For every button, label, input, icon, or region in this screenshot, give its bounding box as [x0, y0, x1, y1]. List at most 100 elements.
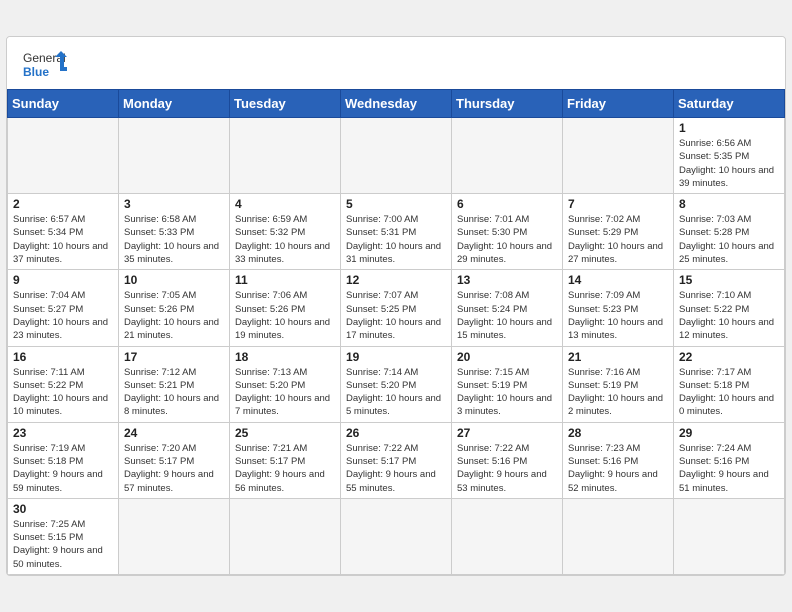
weekday-header-friday: Friday	[563, 89, 674, 117]
day-number: 20	[457, 350, 557, 364]
day-info: Sunrise: 7:14 AMSunset: 5:20 PMDaylight:…	[346, 366, 446, 419]
calendar-cell: 14 Sunrise: 7:09 AMSunset: 5:23 PMDayligh…	[563, 270, 674, 346]
calendar-table: SundayMondayTuesdayWednesdayThursdayFrid…	[7, 89, 785, 575]
day-info: Sunrise: 7:02 AMSunset: 5:29 PMDaylight:…	[568, 213, 668, 266]
day-number: 22	[679, 350, 779, 364]
calendar-cell	[119, 117, 230, 193]
calendar-cell: 20 Sunrise: 7:15 AMSunset: 5:19 PMDayligh…	[452, 346, 563, 422]
day-info: Sunrise: 7:17 AMSunset: 5:18 PMDaylight:…	[679, 366, 779, 419]
calendar-cell	[8, 117, 119, 193]
calendar-cell	[119, 498, 230, 574]
day-info: Sunrise: 7:04 AMSunset: 5:27 PMDaylight:…	[13, 289, 113, 342]
day-number: 15	[679, 273, 779, 287]
calendar-cell: 26 Sunrise: 7:22 AMSunset: 5:17 PMDayligh…	[341, 422, 452, 498]
day-info: Sunrise: 7:19 AMSunset: 5:18 PMDaylight:…	[13, 442, 113, 495]
day-number: 10	[124, 273, 224, 287]
calendar-header: General Blue	[7, 37, 785, 89]
calendar-cell	[341, 117, 452, 193]
calendar-cell: 30Sunrise: 7:25 AMSunset: 5:15 PMDayligh…	[8, 498, 119, 574]
day-info: Sunrise: 7:22 AMSunset: 5:16 PMDaylight:…	[457, 442, 557, 495]
calendar-cell: 7 Sunrise: 7:02 AMSunset: 5:29 PMDaylight…	[563, 194, 674, 270]
calendar-cell: 4Sunrise: 6:59 AMSunset: 5:32 PMDaylight…	[230, 194, 341, 270]
calendar-cell	[230, 498, 341, 574]
day-number: 14	[568, 273, 668, 287]
day-number: 25	[235, 426, 335, 440]
day-info: Sunrise: 6:57 AMSunset: 5:34 PMDaylight:…	[13, 213, 113, 266]
calendar-cell: 12 Sunrise: 7:07 AMSunset: 5:25 PMDayligh…	[341, 270, 452, 346]
calendar-cell	[452, 117, 563, 193]
calendar-cell: 8 Sunrise: 7:03 AMSunset: 5:28 PMDaylight…	[674, 194, 785, 270]
svg-text:Blue: Blue	[23, 65, 49, 79]
day-info: Sunrise: 7:11 AMSunset: 5:22 PMDaylight:…	[13, 366, 113, 419]
weekday-header-row: SundayMondayTuesdayWednesdayThursdayFrid…	[8, 89, 785, 117]
day-number: 8	[679, 197, 779, 211]
weekday-header-tuesday: Tuesday	[230, 89, 341, 117]
calendar-cell: 27 Sunrise: 7:22 AMSunset: 5:16 PMDayligh…	[452, 422, 563, 498]
calendar-cell: 18 Sunrise: 7:13 AMSunset: 5:20 PMDayligh…	[230, 346, 341, 422]
day-number: 17	[124, 350, 224, 364]
calendar-cell	[341, 498, 452, 574]
day-info: Sunrise: 7:13 AMSunset: 5:20 PMDaylight:…	[235, 366, 335, 419]
day-number: 12	[346, 273, 446, 287]
weekday-header-wednesday: Wednesday	[341, 89, 452, 117]
calendar-cell: 28Sunrise: 7:23 AMSunset: 5:16 PMDayligh…	[563, 422, 674, 498]
calendar-cell: 17 Sunrise: 7:12 AMSunset: 5:21 PMDayligh…	[119, 346, 230, 422]
calendar-cell	[563, 117, 674, 193]
day-number: 27	[457, 426, 557, 440]
day-number: 26	[346, 426, 446, 440]
day-number: 28	[568, 426, 668, 440]
day-info: Sunrise: 7:09 AMSunset: 5:23 PMDaylight:…	[568, 289, 668, 342]
day-info: Sunrise: 6:59 AMSunset: 5:32 PMDaylight:…	[235, 213, 335, 266]
day-info: Sunrise: 7:10 AMSunset: 5:22 PMDaylight:…	[679, 289, 779, 342]
calendar-cell: 2 Sunrise: 6:57 AMSunset: 5:34 PMDaylight…	[8, 194, 119, 270]
day-info: Sunrise: 7:01 AMSunset: 5:30 PMDaylight:…	[457, 213, 557, 266]
day-info: Sunrise: 7:15 AMSunset: 5:19 PMDaylight:…	[457, 366, 557, 419]
day-info: Sunrise: 7:03 AMSunset: 5:28 PMDaylight:…	[679, 213, 779, 266]
day-number: 6	[457, 197, 557, 211]
calendar-cell	[674, 498, 785, 574]
day-info: Sunrise: 7:12 AMSunset: 5:21 PMDaylight:…	[124, 366, 224, 419]
day-number: 18	[235, 350, 335, 364]
day-info: Sunrise: 7:16 AMSunset: 5:19 PMDaylight:…	[568, 366, 668, 419]
day-number: 5	[346, 197, 446, 211]
day-number: 30	[13, 502, 113, 516]
weekday-header-saturday: Saturday	[674, 89, 785, 117]
day-info: Sunrise: 7:06 AMSunset: 5:26 PMDaylight:…	[235, 289, 335, 342]
calendar-container: General Blue SundayMondayTuesdayWednesda…	[6, 36, 786, 576]
calendar-cell: 1Sunrise: 6:56 AMSunset: 5:35 PMDaylight…	[674, 117, 785, 193]
weekday-header-thursday: Thursday	[452, 89, 563, 117]
day-number: 1	[679, 121, 779, 135]
day-number: 11	[235, 273, 335, 287]
logo-svg: General Blue	[23, 49, 67, 81]
day-info: Sunrise: 7:20 AMSunset: 5:17 PMDaylight:…	[124, 442, 224, 495]
day-info: Sunrise: 7:05 AMSunset: 5:26 PMDaylight:…	[124, 289, 224, 342]
calendar-cell	[230, 117, 341, 193]
day-number: 29	[679, 426, 779, 440]
calendar-cell	[563, 498, 674, 574]
calendar-cell: 3Sunrise: 6:58 AMSunset: 5:33 PMDaylight…	[119, 194, 230, 270]
calendar-cell: 19Sunrise: 7:14 AMSunset: 5:20 PMDayligh…	[341, 346, 452, 422]
calendar-cell: 16Sunrise: 7:11 AMSunset: 5:22 PMDayligh…	[8, 346, 119, 422]
day-info: Sunrise: 7:22 AMSunset: 5:17 PMDaylight:…	[346, 442, 446, 495]
logo: General Blue	[23, 49, 67, 81]
day-info: Sunrise: 7:00 AMSunset: 5:31 PMDaylight:…	[346, 213, 446, 266]
weekday-header-sunday: Sunday	[8, 89, 119, 117]
day-number: 24	[124, 426, 224, 440]
day-number: 7	[568, 197, 668, 211]
calendar-cell	[452, 498, 563, 574]
calendar-cell: 22 Sunrise: 7:17 AMSunset: 5:18 PMDayligh…	[674, 346, 785, 422]
weekday-header-monday: Monday	[119, 89, 230, 117]
calendar-cell: 23 Sunrise: 7:19 AMSunset: 5:18 PMDayligh…	[8, 422, 119, 498]
calendar-cell: 5 Sunrise: 7:00 AMSunset: 5:31 PMDaylight…	[341, 194, 452, 270]
day-number: 23	[13, 426, 113, 440]
calendar-cell: 29Sunrise: 7:24 AMSunset: 5:16 PMDayligh…	[674, 422, 785, 498]
day-number: 3	[124, 197, 224, 211]
calendar-cell: 13Sunrise: 7:08 AMSunset: 5:24 PMDayligh…	[452, 270, 563, 346]
calendar-cell: 11 Sunrise: 7:06 AMSunset: 5:26 PMDayligh…	[230, 270, 341, 346]
calendar-cell: 24 Sunrise: 7:20 AMSunset: 5:17 PMDayligh…	[119, 422, 230, 498]
day-info: Sunrise: 7:07 AMSunset: 5:25 PMDaylight:…	[346, 289, 446, 342]
day-number: 9	[13, 273, 113, 287]
calendar-cell: 25Sunrise: 7:21 AMSunset: 5:17 PMDayligh…	[230, 422, 341, 498]
day-number: 2	[13, 197, 113, 211]
day-number: 21	[568, 350, 668, 364]
